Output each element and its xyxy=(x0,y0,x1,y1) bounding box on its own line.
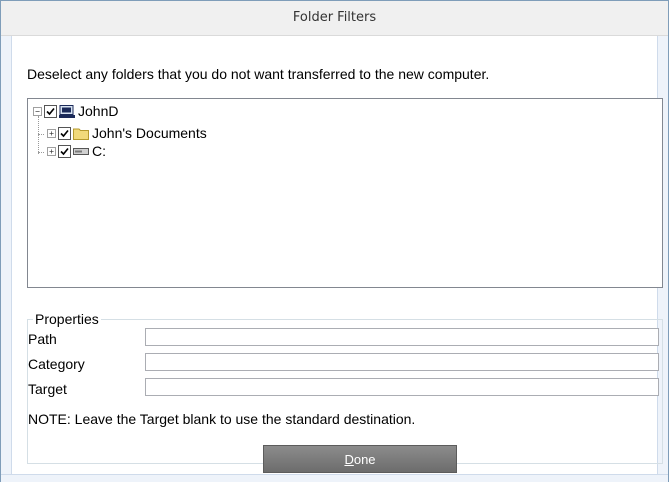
tree-checkbox-root[interactable] xyxy=(44,104,57,118)
tree-node-c-drive[interactable]: + C: xyxy=(47,143,106,159)
expand-icon[interactable]: + xyxy=(47,146,56,156)
collapse-icon[interactable]: − xyxy=(33,106,42,116)
folder-filters-window: Folder Filters Deselect any folders that… xyxy=(0,0,669,482)
window-title: Folder Filters xyxy=(292,10,377,25)
target-label: Target xyxy=(28,381,67,397)
tree-checkbox-johns-documents[interactable] xyxy=(58,126,71,140)
window-border-left xyxy=(1,36,12,481)
expand-icon[interactable]: + xyxy=(47,128,56,138)
tree-node-root[interactable]: − JohnD xyxy=(33,103,118,119)
category-label: Category xyxy=(28,356,85,372)
tree-node-johns-documents[interactable]: + John's Documents xyxy=(47,125,207,141)
category-field[interactable] xyxy=(145,353,659,371)
tree-node-label: C: xyxy=(92,143,106,159)
instruction-text: Deselect any folders that you do not wan… xyxy=(27,66,490,82)
properties-title: Properties xyxy=(33,311,101,327)
tree-connector xyxy=(38,116,39,154)
tree-connector xyxy=(38,134,44,135)
target-note: NOTE: Leave the Target blank to use the … xyxy=(28,411,416,427)
done-button[interactable]: Done xyxy=(263,445,457,473)
done-mnemonic: D xyxy=(344,451,354,467)
title-bar[interactable]: Folder Filters xyxy=(1,1,668,36)
done-label: one xyxy=(353,451,376,467)
folder-icon xyxy=(73,128,89,140)
tree-connector xyxy=(38,152,44,153)
target-field[interactable] xyxy=(145,378,659,396)
tree-node-label: JohnD xyxy=(78,103,119,119)
path-label: Path xyxy=(28,331,57,347)
window-border-bottom xyxy=(1,474,668,482)
tree-checkbox-c-drive[interactable] xyxy=(58,144,71,158)
drive-icon xyxy=(73,147,89,155)
computer-icon xyxy=(59,104,75,118)
folder-tree[interactable]: − JohnD + John's Documents + C: xyxy=(27,98,663,288)
path-field[interactable] xyxy=(145,328,659,346)
tree-node-label: John's Documents xyxy=(92,125,207,141)
